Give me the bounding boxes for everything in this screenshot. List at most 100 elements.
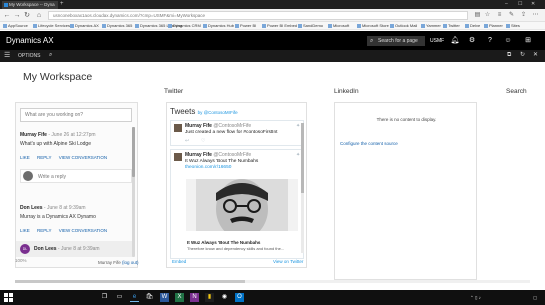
twitter-section-header: Twitter [164, 88, 184, 95]
post-author-name[interactable]: Murray Fife [20, 132, 47, 138]
tweet-link[interactable]: theonion.com/r/16650 [185, 165, 231, 170]
twitter-panel: Tweets by @ContosoMrFife Murray Fife @Co… [166, 102, 307, 268]
close-window-button[interactable]: ✕ [531, 0, 535, 9]
favorite-link[interactable]: Dynamics 365 [102, 23, 132, 29]
favorite-link[interactable]: Delve [465, 23, 480, 29]
outlook-icon[interactable]: O [235, 293, 244, 302]
post-author-name[interactable]: Don Lees [20, 205, 43, 211]
favorite-link[interactable]: Power BI [235, 23, 256, 29]
minimize-button[interactable]: – [505, 0, 508, 9]
hub-icon[interactable]: ≡ [496, 12, 503, 19]
favorite-link[interactable]: Dynamics AX [70, 23, 99, 29]
tweet-card-title[interactable]: It Wuz Always 'Bout The Numbahs [187, 240, 260, 245]
reply-link[interactable]: REPLY [37, 155, 51, 160]
file-explorer-icon[interactable]: ▭ [115, 293, 124, 302]
user-avatar-icon[interactable]: ☺ [503, 35, 513, 46]
reply-box[interactable]: Write a reply [20, 169, 132, 183]
favorite-link[interactable]: Outlook Mail [390, 23, 417, 29]
embed-link[interactable]: Embed [172, 259, 186, 264]
settings-gear-icon[interactable]: ⚙ [467, 35, 477, 46]
app-launcher-icon[interactable]: ⊞ [523, 35, 533, 46]
options-tab[interactable]: OPTIONS [18, 52, 41, 61]
linkedin-panel: There is no content to display. Configur… [334, 102, 477, 280]
favorite-link[interactable]: Twitter [443, 23, 460, 29]
attach-icon[interactable]: ⧉ [507, 51, 511, 60]
chatter-post-input[interactable]: What are you working on? [20, 108, 132, 122]
url-field[interactable]: usnconeboxax1aos.cloudax.dynamics.com/?c… [48, 11, 468, 20]
favorite-link[interactable]: Sites [506, 23, 520, 29]
new-tab-button[interactable]: + [60, 1, 64, 8]
favorite-link[interactable]: Dynamics CRM [168, 23, 201, 29]
reply-icon[interactable]: ↩ [185, 138, 189, 144]
favorite-link[interactable]: SandDemo [298, 23, 323, 29]
workspace-horizontal-scrollbar[interactable] [15, 280, 530, 283]
tweet-author-name[interactable]: Murray Fife [185, 152, 212, 158]
refresh-icon[interactable]: ↻ [23, 11, 31, 20]
favorite-link[interactable]: Yammer [421, 23, 441, 29]
like-heart-icon[interactable]: ♡ [201, 138, 205, 144]
favorite-star-icon[interactable]: ☆ [484, 12, 491, 19]
like-link[interactable]: LIKE [20, 228, 30, 233]
tweet-author-name[interactable]: Murray Fife [185, 123, 212, 129]
company-picker[interactable]: USMF [430, 36, 444, 46]
footer-user: Murray Fife [98, 260, 121, 265]
configure-content-link[interactable]: Configure the content source [340, 141, 398, 146]
notification-center-icon[interactable]: ▢ [533, 293, 537, 302]
view-conversation-link[interactable]: VIEW CONVERSATION [59, 155, 107, 160]
browser-tab[interactable]: My Workspace -- Dyna [2, 1, 58, 9]
reading-view-icon[interactable]: ▤ [474, 12, 481, 19]
favorite-link[interactable]: Microsoft [328, 23, 349, 29]
word-icon[interactable]: W [160, 293, 169, 302]
favorite-link[interactable]: AppSource [3, 23, 28, 29]
windows-start-icon[interactable] [4, 293, 13, 302]
system-tray-icons[interactable]: ⌃ ▯ ♪ [470, 293, 481, 302]
app-title[interactable]: Dynamics AX [6, 35, 54, 46]
favorite-link[interactable]: Planner [484, 23, 503, 29]
chrome-icon[interactable]: ◉ [220, 293, 229, 302]
back-icon[interactable]: ← [3, 11, 11, 20]
view-conversation-link[interactable]: VIEW CONVERSATION [59, 228, 107, 233]
navigation-menu-icon[interactable]: ☰ [4, 52, 10, 60]
forward-icon[interactable]: → [13, 11, 21, 20]
avatar [174, 153, 182, 161]
scroll-thumb[interactable] [301, 123, 304, 193]
favorite-link[interactable]: Microsoft Store [357, 23, 389, 29]
task-view-icon[interactable]: ❐ [100, 293, 109, 302]
action-search-icon[interactable]: ⌕ [49, 51, 52, 60]
store-icon[interactable]: 🛍︎ [145, 293, 154, 302]
share-icon[interactable]: ⇪ [520, 12, 527, 19]
favorite-link[interactable]: Power BI Embed [262, 23, 297, 29]
tweet-handle: @ContosoMrFife [213, 152, 252, 158]
power-bi-icon[interactable]: ▮ [205, 293, 214, 302]
scroll-thumb[interactable] [132, 127, 135, 177]
maximize-button[interactable]: ☐ [518, 0, 522, 9]
like-link[interactable]: LIKE [20, 155, 30, 160]
tweets-by[interactable]: by @ContosoMrFife [198, 110, 238, 115]
home-icon[interactable]: ⌂ [35, 11, 43, 20]
chatter-scrollbar[interactable] [132, 127, 135, 257]
twitter-scrollbar[interactable] [301, 123, 304, 253]
tweet-card-summary: Therefore know and dependency skills and… [187, 246, 285, 251]
logout-link[interactable]: (log out) [122, 260, 139, 265]
help-icon[interactable]: ? [485, 35, 495, 46]
close-page-icon[interactable]: ✕ [533, 51, 538, 60]
tweet[interactable]: Murray Fife @ContosoMrFife Just created … [170, 120, 304, 146]
twitter-bird-icon: ✦ [296, 123, 301, 129]
excel-icon[interactable]: X [175, 293, 184, 302]
favorite-link[interactable]: Lifecycle Services [33, 23, 70, 29]
more-icon[interactable]: ⋯ [532, 12, 539, 19]
refresh-page-icon[interactable]: ↻ [520, 51, 525, 60]
reply-link[interactable]: REPLY [37, 228, 51, 233]
search-section-header: Search [506, 88, 527, 95]
post-author-name[interactable]: Don Lees [34, 246, 57, 252]
edge-browser-icon[interactable]: e [130, 293, 139, 302]
notifications-icon[interactable]: 🔔︎ [450, 35, 460, 46]
page-search-input[interactable]: ⌕ Search for a page [367, 36, 425, 46]
tweets-header: Tweets by @ContosoMrFife [170, 107, 238, 116]
scroll-thumb[interactable] [15, 280, 245, 283]
favorite-link[interactable]: Dynamics Hub [203, 23, 234, 29]
tweet-image[interactable] [186, 179, 298, 231]
onenote-icon[interactable]: N [190, 293, 199, 302]
view-on-twitter-link[interactable]: View on Twitter [273, 259, 303, 264]
notes-icon[interactable]: ✎ [508, 12, 515, 19]
